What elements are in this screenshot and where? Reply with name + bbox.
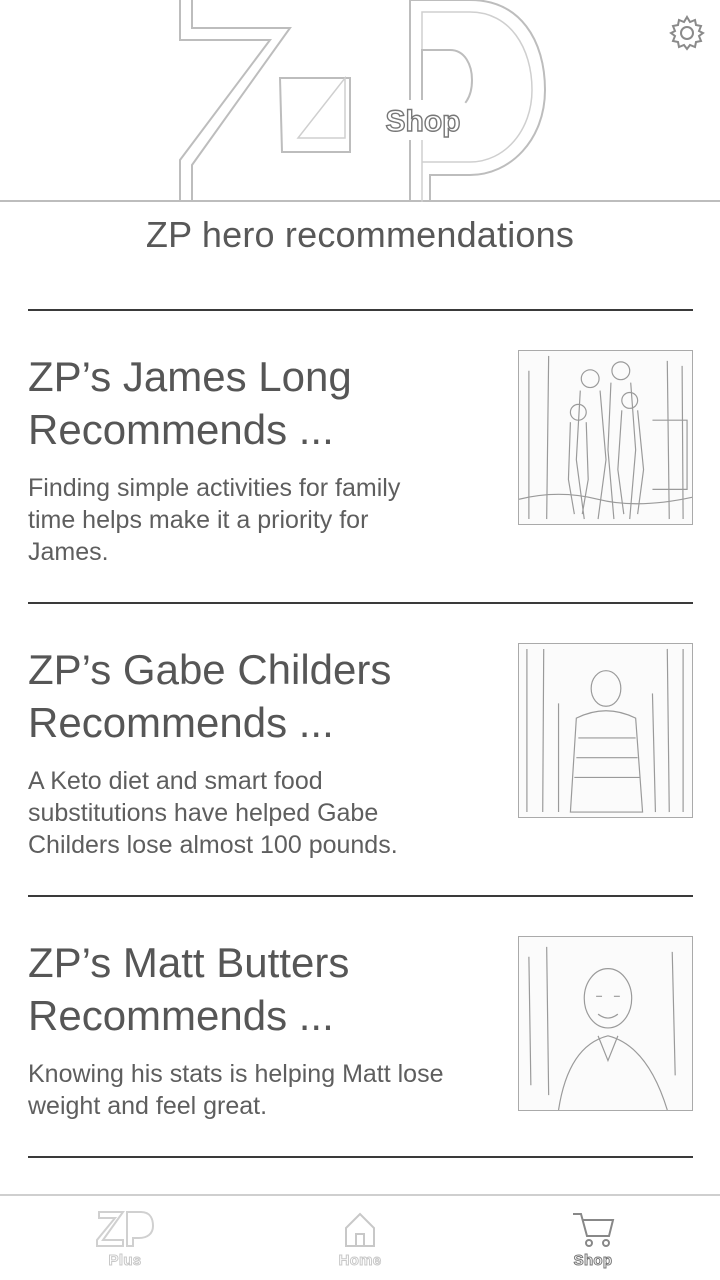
card-title-line: ZP’s Gabe Childers — [28, 646, 392, 693]
logo-badge-text: Shop — [386, 105, 461, 138]
card-title-line: ZP’s James Long — [28, 353, 352, 400]
card-desc-line: weight and feel great. — [28, 1092, 268, 1120]
card-title-line: Recommends ... — [28, 699, 334, 746]
card-desc-line: Knowing his stats is helping Matt lose — [28, 1060, 444, 1088]
zp-shop-logo: Shop — [179, 0, 547, 202]
recommendation-card-matt-butters[interactable]: ZP’s Matt Butters Recommends ... Knowing… — [0, 936, 720, 1136]
card-description: Finding simple activities for family tim… — [28, 472, 498, 568]
card-description: A Keto diet and smart food substitutions… — [28, 765, 498, 861]
card-desc-line: James. — [28, 538, 109, 566]
card-desc-line: Childers lose almost 100 pounds. — [28, 831, 398, 859]
man-photo-thumbnail — [518, 643, 693, 818]
nav-item-shop[interactable]: Shop — [548, 1208, 638, 1278]
nav-label: Shop — [573, 1252, 613, 1270]
card-description: Knowing his stats is helping Matt lose w… — [28, 1058, 498, 1122]
zp-logo-icon — [96, 1211, 155, 1247]
card-title-line: ZP’s Matt Butters — [28, 939, 350, 986]
recommendation-card-gabe-childers[interactable]: ZP’s Gabe Childers Recommends ... A Keto… — [0, 643, 720, 883]
card-title-line: Recommends ... — [28, 406, 334, 453]
nav-label: Plus — [108, 1252, 142, 1270]
card-title: ZP’s Matt Butters Recommends ... — [28, 936, 498, 1042]
section-title: ZP hero recommendations — [145, 214, 575, 255]
nav-label: Home — [338, 1252, 382, 1270]
divider — [28, 1156, 693, 1158]
card-desc-line: A Keto diet and smart food — [28, 767, 323, 795]
divider — [28, 309, 693, 311]
card-desc-line: time helps make it a priority for — [28, 506, 369, 534]
card-desc-line: Finding simple activities for family — [28, 474, 401, 502]
man-portrait-thumbnail — [518, 936, 693, 1111]
nav-item-home[interactable]: Home — [315, 1208, 405, 1278]
card-title: ZP’s Gabe Childers Recommends ... — [28, 643, 498, 749]
recommendation-card-james-long[interactable]: ZP’s James Long Recommends ... Finding s… — [0, 350, 720, 590]
bottom-nav: Plus Home Shop — [0, 1194, 720, 1280]
home-icon — [345, 1212, 375, 1247]
card-title-line: Recommends ... — [28, 992, 334, 1039]
nav-item-plus[interactable]: Plus — [80, 1208, 170, 1278]
divider — [28, 602, 693, 604]
app-header: Shop — [0, 0, 720, 202]
page: Shop ZP hero recommendations ZP’s James … — [0, 0, 720, 1280]
card-desc-line: substitutions have helped Gabe — [28, 799, 379, 827]
settings-gear-icon[interactable] — [668, 14, 706, 52]
divider — [28, 895, 693, 897]
cart-icon — [573, 1213, 615, 1247]
family-photo-thumbnail — [518, 350, 693, 525]
card-title: ZP’s James Long Recommends ... — [28, 350, 498, 456]
